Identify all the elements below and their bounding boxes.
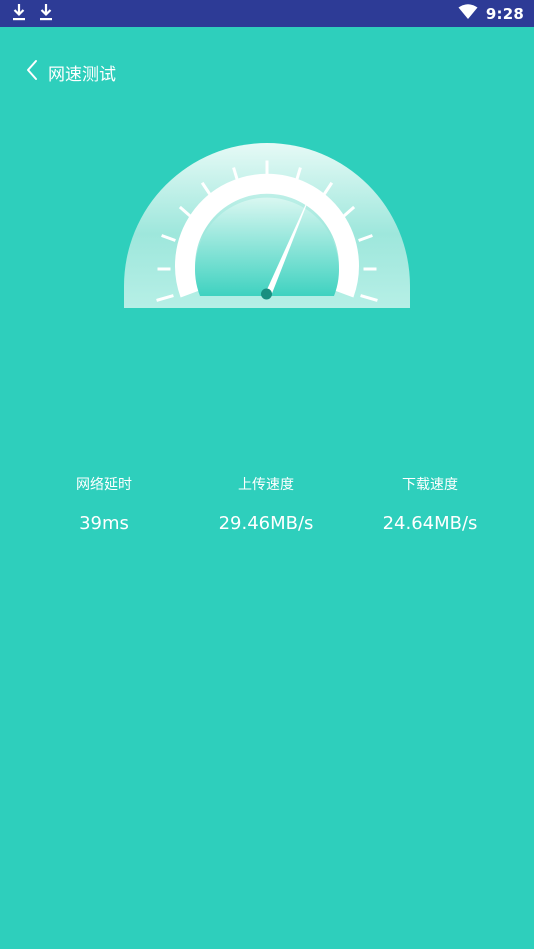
- latency-value: 39ms: [79, 513, 129, 534]
- stat-download: 下载速度 24.64MB/s: [350, 470, 510, 538]
- download-icon: [12, 3, 26, 25]
- upload-value: 29.46MB/s: [218, 513, 314, 534]
- header: 网速测试: [0, 52, 116, 92]
- wifi-icon: [458, 3, 478, 24]
- download-label: 下载速度: [402, 477, 458, 493]
- stat-latency: 网络延时 39ms: [24, 470, 184, 538]
- stat-upload: 上传速度 29.46MB/s: [186, 470, 346, 538]
- page-title: 网速测试: [48, 64, 116, 85]
- stats-panel: 网络延时 39ms 上传速度 29.46MB/s 下载速度 24.64MB/s: [0, 470, 534, 550]
- speed-gauge: [122, 136, 412, 311]
- gauge-needle-hub: [261, 288, 272, 300]
- status-bar: 9:28: [0, 0, 534, 27]
- latency-label: 网络延时: [76, 477, 132, 493]
- download-icon: [39, 3, 53, 25]
- upload-label: 上传速度: [238, 477, 294, 493]
- status-left: [12, 3, 53, 25]
- status-right: 9:28: [458, 3, 524, 24]
- status-time: 9:28: [485, 4, 524, 23]
- download-value: 24.64MB/s: [382, 513, 478, 534]
- chevron-left-icon: [25, 59, 39, 85]
